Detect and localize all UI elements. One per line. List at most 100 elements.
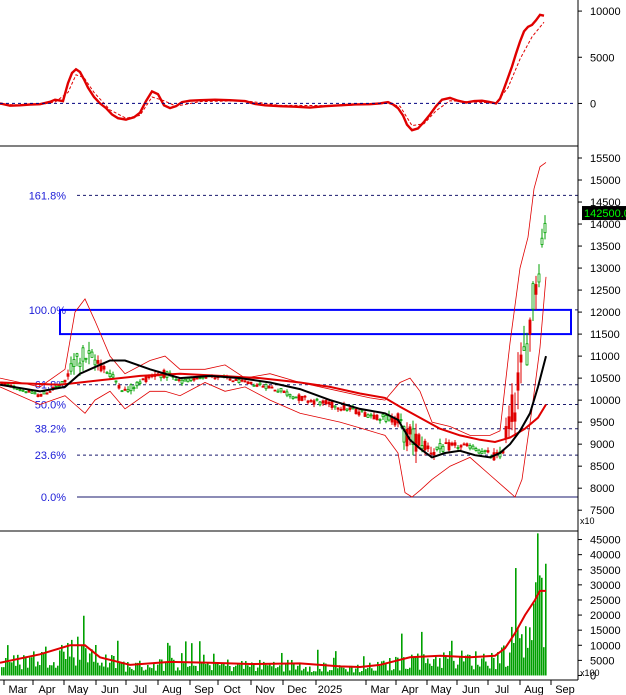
volume-bar	[465, 655, 467, 676]
volume-bar	[365, 669, 367, 676]
volume-bar	[141, 667, 143, 676]
volume-bar	[19, 664, 21, 676]
candle-body	[447, 442, 451, 451]
volume-bar	[511, 626, 513, 676]
candle-body	[213, 377, 217, 380]
candle-body	[288, 393, 292, 397]
volume-bar	[377, 661, 379, 676]
volume-bar	[267, 665, 269, 676]
volume-bar	[505, 666, 507, 676]
candle-body	[120, 390, 124, 393]
candle-body	[147, 376, 151, 379]
candle-body	[480, 451, 484, 455]
volume-bar	[499, 663, 501, 676]
volume-bar	[225, 665, 227, 676]
volume-bar	[289, 670, 291, 676]
volume-bar	[277, 667, 279, 676]
volume-bar	[93, 661, 95, 676]
candle-body	[141, 378, 145, 381]
volume-bar	[121, 662, 123, 676]
volume-bar	[147, 664, 149, 676]
candle-body	[315, 398, 319, 401]
candle-body	[441, 445, 445, 452]
volume-bar	[67, 642, 69, 676]
volume-bar	[57, 665, 59, 676]
candle-body	[279, 387, 283, 392]
candle-body	[372, 414, 376, 420]
x-tick-label: May	[68, 684, 89, 695]
candle-body	[426, 445, 430, 450]
candle-body	[321, 400, 325, 404]
volume-bar	[257, 667, 259, 676]
volume-bar	[31, 657, 33, 676]
volume-bar	[415, 657, 417, 676]
price-tick-label: 14000	[590, 219, 621, 231]
volume-bar	[419, 669, 421, 676]
volume-bar	[15, 665, 17, 676]
volume-bar	[515, 568, 517, 676]
price-tick-label: 8000	[590, 483, 614, 495]
candle-body	[189, 377, 193, 381]
volume-bar	[151, 668, 153, 676]
candle-body	[417, 434, 421, 446]
candle-body	[177, 379, 181, 381]
candle-body	[513, 412, 517, 422]
volume-bar	[305, 667, 307, 676]
volume-bar	[113, 655, 115, 676]
candle-body	[468, 445, 472, 449]
candle-body	[93, 359, 97, 366]
volume-bar	[155, 670, 157, 676]
candle-body	[69, 363, 73, 372]
volume-bar	[211, 670, 213, 676]
candle-body	[198, 377, 202, 380]
volume-bar	[243, 668, 245, 676]
volume-bar	[435, 655, 437, 676]
volume-tick-label: 40000	[590, 550, 621, 562]
price-tick-label: 12500	[590, 285, 621, 297]
volume-bar	[253, 664, 255, 676]
volume-tick-label: 10000	[590, 640, 621, 652]
candle-body	[543, 222, 547, 234]
candle-body	[264, 384, 268, 390]
volume-bar	[143, 670, 145, 676]
candle-body	[471, 445, 475, 450]
volume-bar	[167, 642, 169, 676]
candle-body	[525, 343, 529, 366]
volume-bar	[171, 657, 173, 676]
volume-tick-label: 35000	[590, 565, 621, 577]
volume-bar	[393, 669, 395, 676]
volume-bar	[125, 671, 127, 676]
volume-bar	[81, 645, 83, 676]
candle-body	[234, 378, 238, 381]
volume-bar	[433, 659, 435, 676]
candle-body	[333, 405, 337, 408]
x-tick-label: Aug	[524, 684, 544, 695]
volume-bar	[221, 662, 223, 676]
x-tick-label: Jul	[133, 684, 147, 695]
candle-body	[384, 415, 388, 422]
candle-body	[126, 389, 130, 393]
candle-body	[96, 360, 100, 364]
volume-bar	[439, 658, 441, 676]
candle-body	[282, 390, 286, 394]
fib-label: 161.8%	[29, 190, 67, 202]
candle-body	[174, 378, 178, 381]
candle-body	[237, 379, 241, 384]
volume-bar	[79, 659, 81, 676]
volume-bar	[473, 669, 475, 676]
volume-bar	[111, 655, 113, 676]
candle-body	[81, 347, 85, 362]
x-tick-label: Oct	[223, 684, 240, 695]
price-tick-label: 9000	[590, 439, 614, 451]
x-tick-label: May	[431, 684, 452, 695]
stock-chart: 0500010000 161.8%100.0%61.8%50.0%38.2%23…	[0, 0, 626, 695]
volume-bar	[73, 657, 75, 676]
volume-bar	[255, 671, 257, 676]
price-tick-label: 13000	[590, 263, 621, 275]
volume-bar	[131, 668, 133, 676]
candle-body	[27, 390, 31, 393]
volume-bar	[489, 668, 491, 676]
x-tick-label: 2025	[318, 684, 342, 695]
volume-bar	[75, 665, 77, 676]
candle-body	[453, 442, 457, 446]
